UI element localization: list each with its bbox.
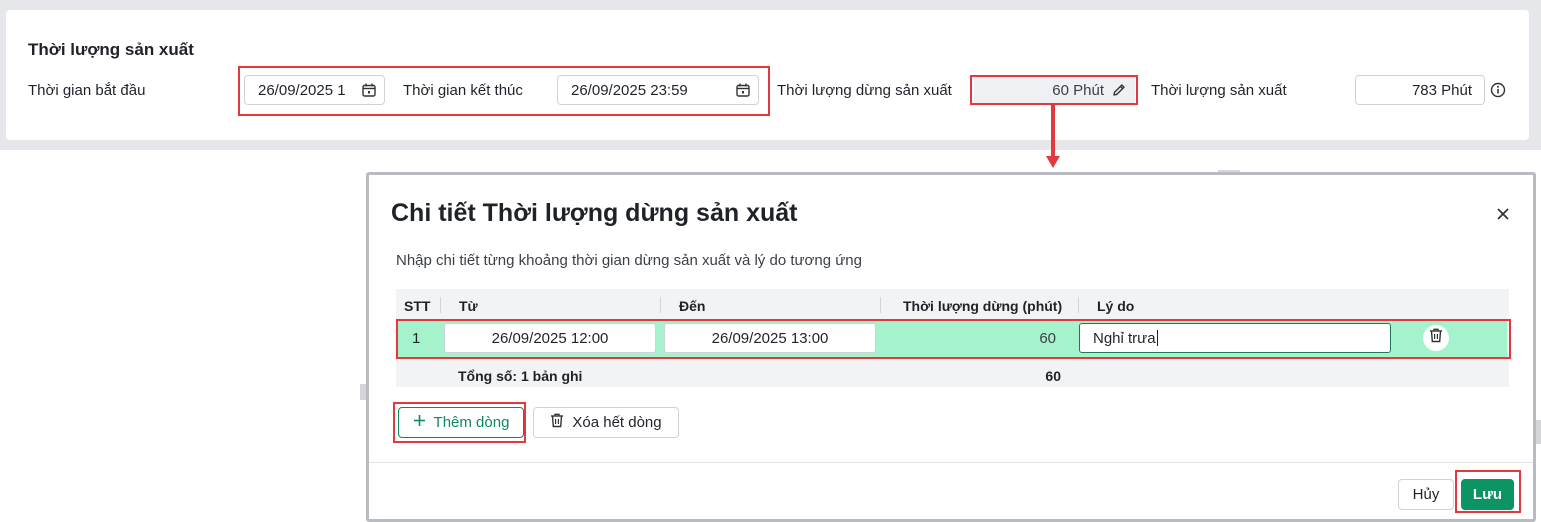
info-icon[interactable]	[1490, 82, 1506, 103]
close-icon[interactable]	[1494, 205, 1512, 223]
add-row-highlight	[393, 402, 526, 443]
column-separator	[660, 297, 661, 313]
dialog-footer-divider	[369, 462, 1533, 463]
cancel-button[interactable]: Hủy	[1398, 479, 1454, 510]
column-header-to: Đến	[679, 298, 706, 314]
production-duration-field: 783 Phút	[1355, 75, 1485, 105]
production-duration-label: Thời lượng sản xuất	[1151, 82, 1287, 99]
annotation-arrow	[1051, 104, 1055, 158]
production-duration-value: 783 Phút	[1411, 81, 1472, 99]
row-highlight	[396, 319, 1511, 359]
total-duration-value: 60	[1045, 368, 1061, 384]
start-time-label: Thời gian bắt đầu	[28, 82, 146, 99]
time-range-highlight	[238, 66, 770, 116]
clear-all-rows-button[interactable]: Xóa hết dòng	[533, 407, 679, 438]
column-header-stt: STT	[404, 298, 431, 314]
column-header-duration: Thời lượng dừng (phút)	[903, 298, 1063, 314]
dialog-title: Chi tiết Thời lượng dừng sản xuất	[391, 199, 798, 227]
column-header-reason: Lý do	[1097, 298, 1135, 314]
stop-duration-highlight	[970, 75, 1138, 105]
stop-duration-label: Thời lượng dừng sản xuất	[777, 82, 952, 99]
column-separator	[440, 297, 441, 313]
dialog-subtitle: Nhập chi tiết từng khoảng thời gian dừng…	[396, 252, 862, 269]
trash-icon	[550, 413, 564, 432]
production-duration-panel: Thời lượng sản xuất Thời gian bắt đầu 26…	[6, 10, 1529, 140]
column-header-from: Từ	[459, 298, 478, 314]
annotation-arrow-head	[1046, 156, 1060, 168]
save-button-highlight	[1455, 470, 1521, 513]
panel-title: Thời lượng sản xuất	[28, 40, 194, 59]
clear-all-rows-label: Xóa hết dòng	[572, 414, 662, 431]
column-separator	[1078, 297, 1079, 313]
stop-duration-dialog: Chi tiết Thời lượng dừng sản xuất Nhập c…	[366, 172, 1536, 522]
total-records-label: Tổng số: 1 bản ghi	[458, 368, 583, 384]
column-separator	[880, 297, 881, 313]
